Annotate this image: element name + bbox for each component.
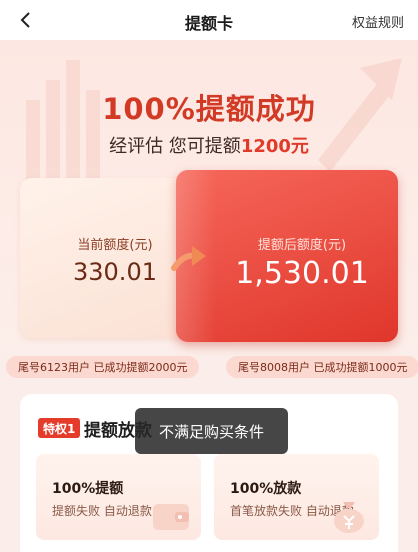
money-bag-icon (334, 502, 364, 533)
headline: 100%提额成功 (102, 92, 316, 126)
feature-desc: 提额失败 自动退款 (52, 504, 152, 518)
after-quota-value: 1,530.01 (235, 256, 369, 291)
arrow-up-right-icon (171, 246, 206, 271)
top-bar: 提额卡 权益规则 (0, 0, 418, 40)
subline: 经评估 您可提额1200元 (0, 132, 418, 158)
subline-text: 经评估 您可提额 (109, 136, 241, 157)
ticker-item: 尾号6123用户 已成功提额2000元 (6, 356, 200, 378)
after-quota-card: 提额后额度(元) 1,530.01 (176, 170, 398, 342)
feature-card-refund-quota: 100%提额 提额失败 自动退款 (36, 454, 201, 540)
feature-card-refund-loan: 100%放款 首笔放款失败 自动退款 (214, 454, 379, 540)
privilege-badge: 特权1 (38, 418, 81, 438)
toast-message: 不满足购买条件 (135, 408, 288, 454)
feature-title: 100%提额 (52, 481, 124, 497)
after-quota-label: 提额后额度(元) (257, 238, 347, 253)
ticker-item: 尾号8008用户 已成功提额1000元 (226, 356, 418, 378)
feature-title: 100%放款 (230, 481, 302, 497)
subline-amount: 1200元 (240, 136, 309, 157)
wallet-icon (153, 504, 189, 530)
rules-link[interactable]: 权益规则 (352, 12, 404, 31)
